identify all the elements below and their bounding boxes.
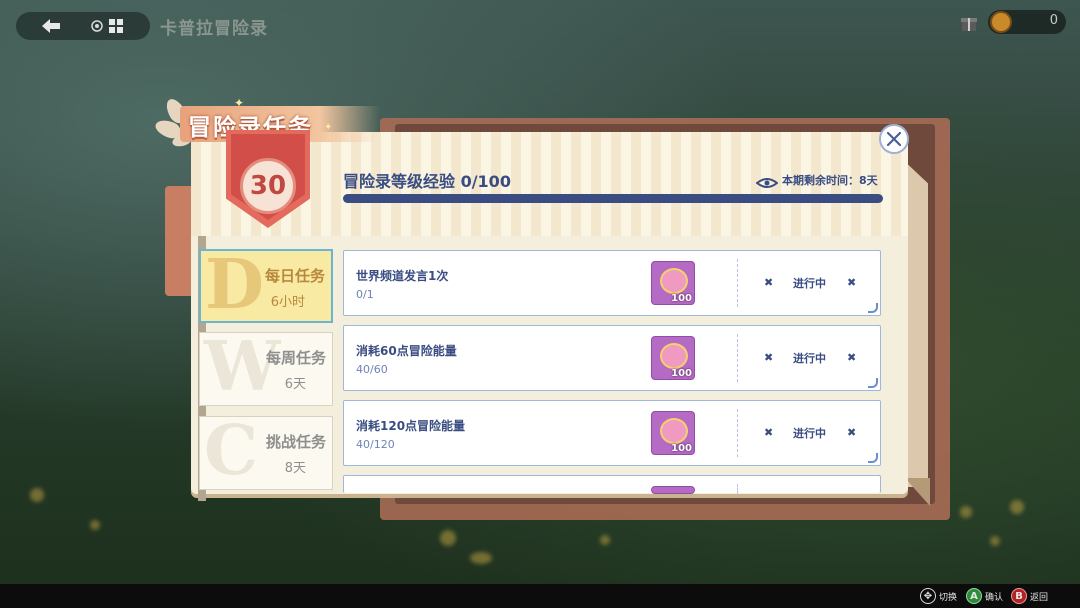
tab-label: 每日任务	[264, 267, 325, 285]
exp-progress-bar	[343, 194, 883, 203]
cross-icon: ✖	[847, 426, 857, 439]
top-nav-bar	[16, 12, 150, 40]
tab-time: 6天	[284, 377, 306, 392]
tab-weekly[interactable]: W 每周任务 6天	[199, 327, 333, 407]
currency-display: 0	[988, 10, 1066, 34]
tab-label: 挑战任务	[265, 433, 326, 451]
poring-icon	[660, 268, 688, 294]
coin-icon	[990, 11, 1012, 33]
task-title: 世界频道发言1次	[356, 269, 449, 283]
hint-confirm-label: 确认	[985, 592, 1004, 603]
row-divider	[737, 484, 738, 494]
tab-label: 每周任务	[265, 349, 326, 367]
tab-daily[interactable]: D 每日任务 6小时	[199, 245, 333, 325]
dpad-icon: ✥	[920, 588, 936, 604]
reward-item-icon[interactable]: 100	[651, 411, 695, 455]
task-status: 进行中	[793, 277, 826, 290]
task-title: 消耗120点冒险能量	[356, 419, 466, 433]
tab-letter: D	[205, 245, 264, 325]
poring-icon	[660, 418, 688, 444]
task-row[interactable]: 消耗120点冒险能量 40/120 100 ✖ 进行中 ✖	[343, 400, 881, 466]
corner-decor	[868, 303, 878, 313]
sparkle-icon: ✦	[324, 122, 333, 133]
reward-item-icon[interactable]: 100	[651, 336, 695, 380]
a-button-icon: A	[966, 588, 982, 604]
b-button-icon: B	[1011, 588, 1027, 604]
coin-count: 0	[1049, 13, 1058, 28]
reward-item-icon	[651, 486, 695, 494]
sparkle-icon: ✦	[234, 96, 245, 110]
task-progress: 40/120	[356, 438, 395, 451]
cross-icon: ✖	[764, 351, 774, 364]
tab-time: 6小时	[270, 295, 305, 310]
gift-icon[interactable]	[958, 12, 980, 34]
task-progress: 40/60	[356, 363, 388, 376]
reward-item-icon[interactable]: 100	[651, 261, 695, 305]
menu-grid-icon[interactable]	[90, 16, 126, 36]
task-row-partial[interactable]	[343, 475, 881, 494]
hint-back[interactable]: B 返回	[1011, 588, 1048, 604]
exp-label: 冒险录等级经验 0/100	[343, 172, 511, 191]
reward-amount: 100	[671, 293, 692, 304]
hint-back-label: 返回	[1030, 592, 1049, 603]
hint-switch[interactable]: ✥ 切换	[920, 588, 957, 604]
row-divider	[737, 409, 738, 457]
hint-switch-label: 切换	[939, 592, 958, 603]
level-number: 30	[249, 171, 287, 201]
task-row[interactable]: 世界频道发言1次 0/1 100 ✖ 进行中 ✖	[343, 250, 881, 316]
close-icon	[886, 131, 902, 147]
task-status: 进行中	[793, 427, 826, 440]
tab-time: 8天	[284, 461, 306, 476]
page-title: 卡普拉冒险录	[160, 19, 268, 39]
cross-icon: ✖	[764, 426, 774, 439]
reward-amount: 100	[671, 443, 692, 454]
corner-decor	[868, 378, 878, 388]
cross-icon: ✖	[764, 276, 774, 289]
task-progress: 0/1	[356, 288, 374, 301]
control-hints-bar	[0, 584, 1080, 608]
row-divider	[737, 334, 738, 382]
task-title: 消耗60点冒险能量	[356, 344, 457, 358]
back-arrow-icon[interactable]	[38, 14, 64, 38]
task-row[interactable]: 消耗60点冒险能量 40/60 100 ✖ 进行中 ✖	[343, 325, 881, 391]
task-status: 进行中	[793, 352, 826, 365]
close-button[interactable]	[879, 124, 909, 154]
remaining-time: 本期剩余时间：8天	[782, 174, 878, 187]
tab-challenge[interactable]: C 挑战任务 8天	[199, 411, 333, 491]
tab-letter: C	[204, 411, 259, 491]
level-badge: 30	[226, 130, 310, 228]
cross-icon: ✖	[847, 276, 857, 289]
cross-icon: ✖	[847, 351, 857, 364]
corner-decor	[868, 453, 878, 463]
row-divider	[737, 259, 738, 307]
poring-icon	[660, 343, 688, 369]
reward-amount: 100	[671, 368, 692, 379]
hint-confirm[interactable]: A 确认	[966, 588, 1003, 604]
eye-mask-icon	[755, 174, 779, 188]
